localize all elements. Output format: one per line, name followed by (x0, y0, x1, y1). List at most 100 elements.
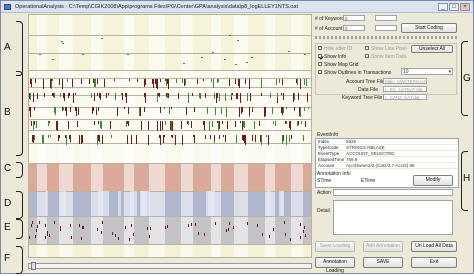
trace-mark (286, 107, 287, 109)
trace-mark (165, 121, 166, 125)
unload-all-data-button[interactable]: Un Load All Data (411, 241, 457, 252)
account-tree-field[interactable]: Main_MASTERS.txt (383, 78, 427, 84)
trace-mark (140, 107, 141, 111)
show-map-grid-checkbox[interactable] (318, 62, 322, 66)
trace-mark (98, 107, 99, 111)
band-block (281, 191, 283, 216)
trace-mark (61, 41, 63, 42)
trace-mark (197, 79, 198, 84)
slider-thumb[interactable] (31, 262, 36, 270)
trace-mark (286, 135, 287, 145)
trace-mark (286, 121, 287, 124)
band-block (130, 191, 137, 216)
keyword-tree-field[interactable]: c_CAN3_KAT.dat (383, 94, 427, 100)
keyword-tree-label: Keyword Tree File (342, 95, 383, 101)
trace-mark (106, 93, 107, 98)
start-coding-button[interactable]: Start Coding (401, 23, 457, 33)
trace-mark (285, 121, 286, 124)
trace-mark (29, 107, 30, 111)
trace-mark (98, 121, 99, 124)
action-label: Action (317, 190, 331, 196)
trace-mark (125, 226, 126, 229)
keyword-id-field-2[interactable] (375, 15, 397, 21)
stime-label: STime (317, 178, 332, 184)
timeline-slider[interactable] (28, 262, 312, 270)
trace-mark (108, 93, 109, 95)
data-file-field[interactable]: c_EC_LSTDAT.dat (383, 86, 427, 92)
trace-mark (83, 226, 84, 229)
trace-mark (187, 121, 188, 124)
trace-mark (160, 135, 161, 145)
trace-mark (68, 121, 69, 129)
trace-mark (226, 229, 227, 232)
trace-mark (219, 135, 220, 139)
trace-mark (147, 227, 148, 230)
trace-mark (150, 227, 151, 230)
show-info-checkbox[interactable] (318, 54, 322, 58)
trace-mark (300, 79, 301, 89)
band-block (118, 191, 121, 216)
trace-mark (183, 63, 185, 64)
maximize-button[interactable]: □ (449, 3, 459, 11)
trace-mark (160, 121, 161, 125)
trace-mark (236, 135, 237, 143)
detail-label: Detail (317, 208, 330, 214)
account-id-field-2[interactable] (375, 25, 397, 31)
trace-mark (285, 233, 286, 236)
close-button[interactable]: × (460, 3, 470, 11)
trace-mark (89, 79, 90, 84)
trace-mark (277, 93, 278, 98)
band-block (46, 191, 48, 216)
control-panel: # of Keyword ID 2 # of Account ID 0 Star… (313, 14, 460, 274)
trace-mark (160, 107, 161, 113)
account-tree-label: Account Tree File (346, 79, 385, 85)
trace-mark (273, 121, 274, 124)
trace-mark (33, 135, 34, 143)
trace-mark (200, 93, 201, 99)
trace-mark (127, 135, 128, 144)
modify-button[interactable]: Modify (413, 175, 453, 186)
action-field[interactable] (333, 189, 453, 196)
trace-mark (240, 93, 241, 95)
save-loading-button[interactable]: Save Loading (315, 241, 355, 252)
trace-mark (145, 93, 146, 103)
trace-mark (99, 135, 100, 142)
trace-mark (268, 135, 269, 145)
zoom-dropdown[interactable]: 10 ▾ (401, 68, 453, 75)
trace-mark (192, 93, 193, 96)
trace-mark (168, 79, 169, 89)
hide-after-checkbox[interactable] (318, 46, 322, 50)
trace-mark (34, 107, 35, 110)
trace-mark (227, 121, 228, 129)
trace-mark (43, 135, 44, 144)
trace-mark (172, 121, 173, 131)
annotation-loading-button[interactable]: Annotation Loading (315, 257, 355, 274)
detail-textarea[interactable] (333, 200, 453, 235)
show-line-checkbox[interactable] (365, 46, 369, 50)
exit-button[interactable]: Exit (411, 257, 457, 268)
trace-mark (261, 79, 262, 88)
save-button[interactable]: SAVE (363, 257, 403, 268)
add-annotation-button[interactable]: Add Annotation (363, 241, 403, 252)
unselect-all-button[interactable]: Unselect All (411, 45, 453, 53)
show-outlines-checkbox[interactable] (318, 70, 322, 74)
show-item-checkbox[interactable] (365, 54, 369, 58)
trace-mark (70, 135, 71, 142)
trace-mark (63, 107, 64, 110)
trace-mark (115, 93, 116, 100)
hide-after-label: Hide after ID (324, 46, 353, 52)
band-block (266, 191, 271, 216)
account-id-field[interactable]: 0 (343, 25, 365, 31)
trace-mark (55, 107, 56, 115)
trace-mark (240, 121, 241, 123)
trace-mark (162, 121, 163, 130)
timeline-visualization[interactable] (28, 14, 312, 258)
trace-mark (181, 121, 182, 129)
show-outlines-label: Show Outlines in Transactions (324, 70, 392, 76)
minimize-button[interactable]: _ (438, 3, 448, 11)
trace-mark (79, 224, 80, 227)
trace-mark (291, 135, 292, 139)
show-item-label: Show Item Data (371, 54, 407, 60)
trace-mark (81, 79, 82, 84)
keyword-id-field[interactable]: 2 (343, 15, 365, 21)
